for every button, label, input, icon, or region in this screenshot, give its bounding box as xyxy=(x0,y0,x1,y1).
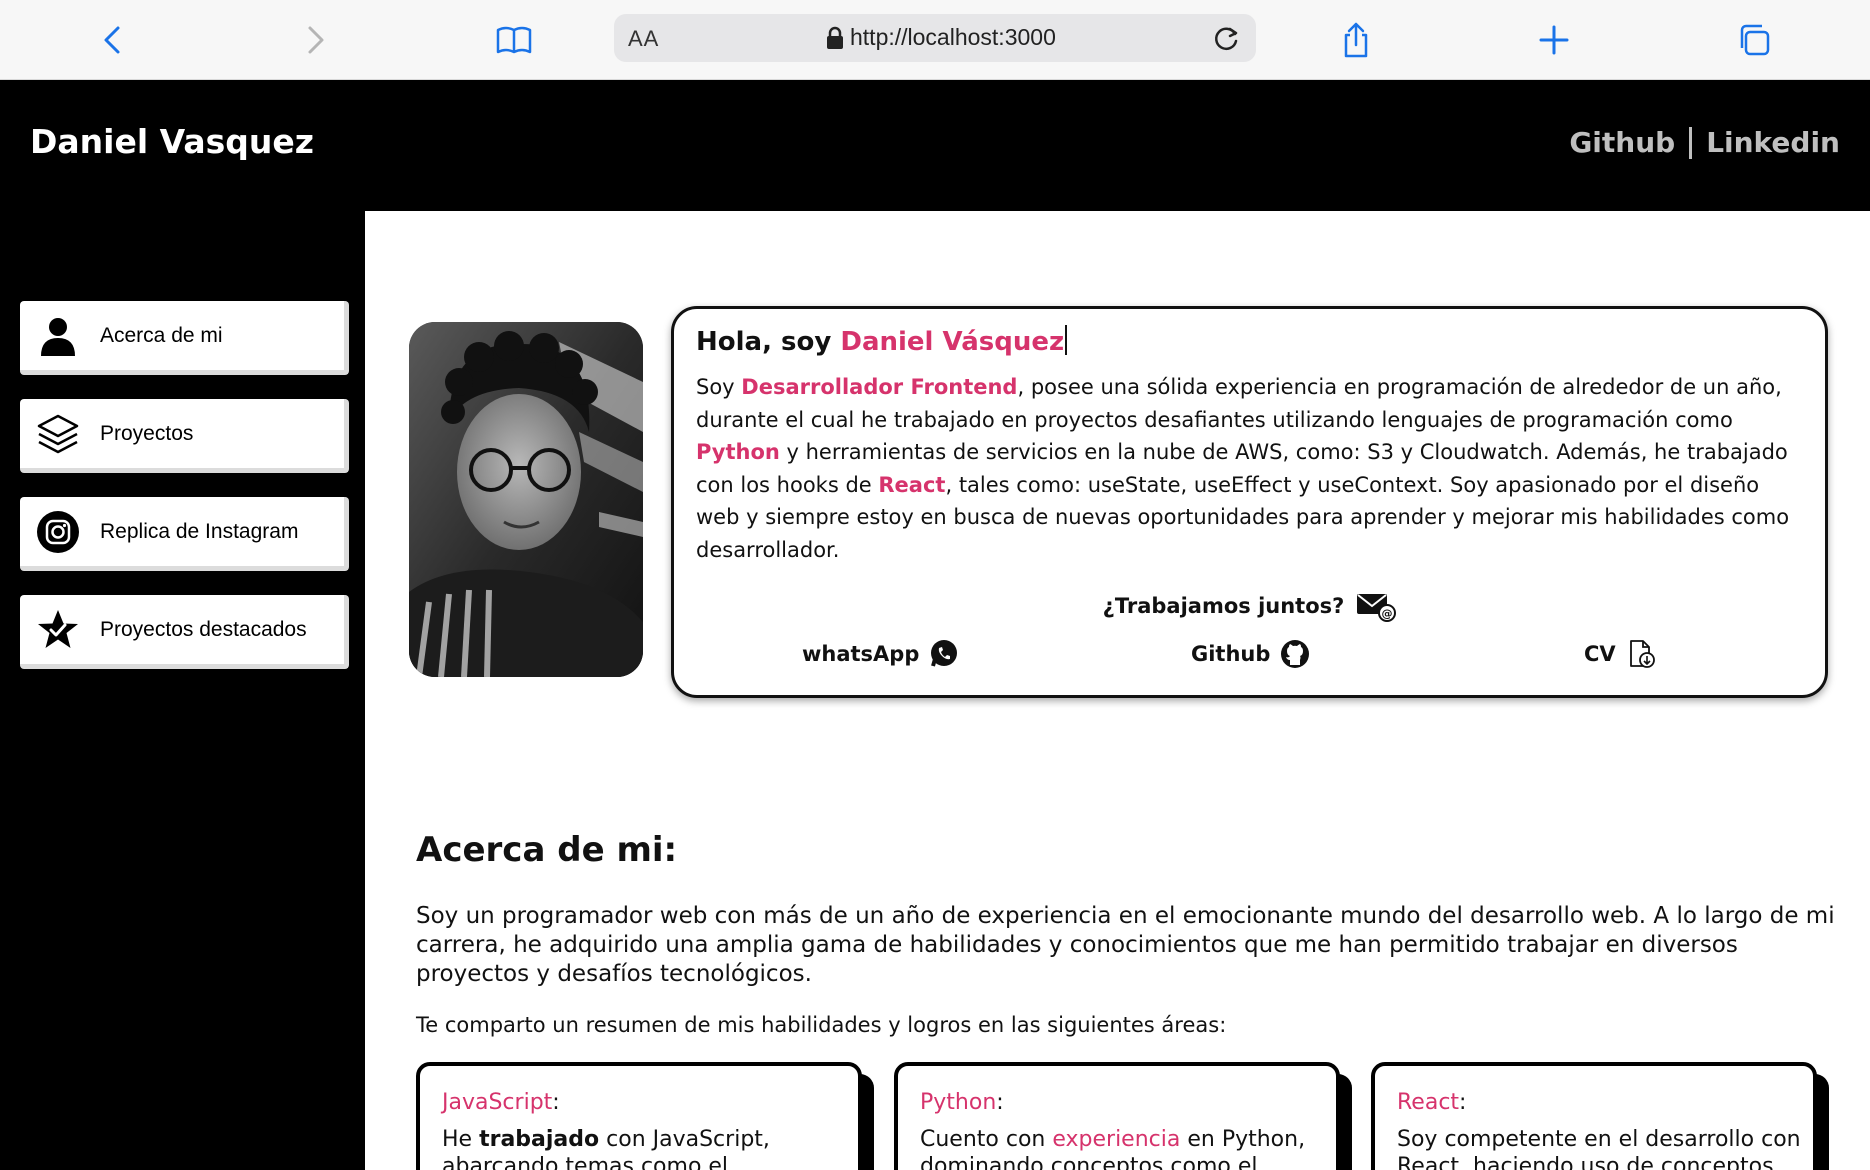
header-nav: Github Linkedin xyxy=(1569,126,1840,159)
skill-card-react: React: Soy competente en el desarrollo c… xyxy=(1371,1062,1817,1170)
document-download-icon xyxy=(1629,640,1655,668)
site-header: Daniel Vasquez Github Linkedin xyxy=(0,80,1870,211)
work-together-cta[interactable]: ¿Trabajamos juntos? @ xyxy=(674,589,1825,623)
reload-icon[interactable] xyxy=(1208,20,1244,56)
about-paragraph: Soy un programador web con más de un año… xyxy=(416,903,1835,987)
user-icon xyxy=(36,314,80,358)
sidebar-item-label: Proyectos destacados xyxy=(100,617,307,641)
skill-card-javascript: JavaScript: He trabajado con JavaScript,… xyxy=(416,1062,862,1170)
plus-icon xyxy=(1539,25,1569,55)
sidebar-item-acerca[interactable]: Acerca de mi xyxy=(20,301,349,375)
about-summary-intro: Te comparto un resumen de mis habilidade… xyxy=(416,1013,1227,1037)
sidebar: Acerca de mi Proyectos Replica de Instag… xyxy=(0,211,365,1170)
header-link-github[interactable]: Github xyxy=(1569,126,1675,159)
svg-text:@: @ xyxy=(1382,607,1393,620)
forward-button[interactable] xyxy=(292,18,336,62)
bookmarks-button[interactable] xyxy=(492,18,536,62)
header-divider xyxy=(1689,126,1693,159)
about-title: Acerca de mi: xyxy=(416,830,678,870)
tabs-icon xyxy=(1740,24,1770,56)
sidebar-item-label: Replica de Instagram xyxy=(100,519,299,543)
share-button[interactable] xyxy=(1334,18,1378,62)
whatsapp-link[interactable]: whatsApp xyxy=(802,639,959,669)
skill-card-title: React: xyxy=(1397,1090,1467,1115)
typing-caret xyxy=(1065,325,1068,355)
intro-name: Daniel Vásquez xyxy=(840,327,1065,357)
url-text: http://localhost:3000 xyxy=(850,24,1056,50)
contact-links: whatsApp Github CV xyxy=(674,639,1825,679)
star-badge-icon xyxy=(36,608,80,652)
chevron-left-icon xyxy=(104,26,120,54)
lock-icon xyxy=(827,26,843,49)
layers-icon xyxy=(36,412,80,456)
github-icon xyxy=(1281,640,1310,668)
sidebar-item-proyectos[interactable]: Proyectos xyxy=(20,399,349,473)
skill-card-body: Soy competente en el desarrollo con Reac… xyxy=(1397,1127,1801,1170)
intro-card: Hola, soy Daniel Vásquez Soy Desarrollad… xyxy=(671,306,1828,698)
mail-at-icon: @ xyxy=(1357,594,1397,622)
sidebar-item-label: Proyectos xyxy=(100,421,194,445)
new-tab-button[interactable] xyxy=(1532,18,1576,62)
whatsapp-icon xyxy=(931,640,958,667)
chevron-right-icon xyxy=(308,26,324,54)
intro-heading: Hola, soy Daniel Vásquez xyxy=(696,325,1068,357)
skill-card-body: Cuento con experiencia en Python, domina… xyxy=(920,1127,1306,1170)
intro-paragraph: Soy Desarrollador Frontend, posee una só… xyxy=(696,375,1790,562)
reader-aa-button[interactable]: AA xyxy=(628,26,659,52)
sidebar-item-label: Acerca de mi xyxy=(100,323,223,347)
tabs-button[interactable] xyxy=(1732,18,1776,62)
skill-card-title: JavaScript: xyxy=(442,1090,560,1115)
sidebar-item-destacados[interactable]: Proyectos destacados xyxy=(20,595,349,669)
sidebar-item-instagram[interactable]: Replica de Instagram xyxy=(20,497,349,571)
book-icon xyxy=(496,26,532,54)
browser-toolbar: AA http://localhost:3000 xyxy=(0,0,1870,80)
github-contact-link[interactable]: Github xyxy=(1191,639,1310,669)
back-button[interactable] xyxy=(92,18,136,62)
skill-card-body: He trabajado con JavaScript, abarcando t… xyxy=(442,1127,770,1170)
header-link-linkedin[interactable]: Linkedin xyxy=(1706,126,1840,159)
skill-card-title: Python: xyxy=(920,1090,1004,1115)
work-together-label: ¿Trabajamos juntos? xyxy=(1102,594,1345,618)
profile-photo xyxy=(409,322,643,677)
instagram-icon xyxy=(36,510,80,554)
cv-download-link[interactable]: CV xyxy=(1584,639,1656,669)
address-bar[interactable]: AA http://localhost:3000 xyxy=(614,14,1256,62)
share-icon xyxy=(1344,22,1368,58)
brand-name[interactable]: Daniel Vasquez xyxy=(30,122,314,161)
skill-card-python: Python: Cuento con experiencia en Python… xyxy=(894,1062,1340,1170)
